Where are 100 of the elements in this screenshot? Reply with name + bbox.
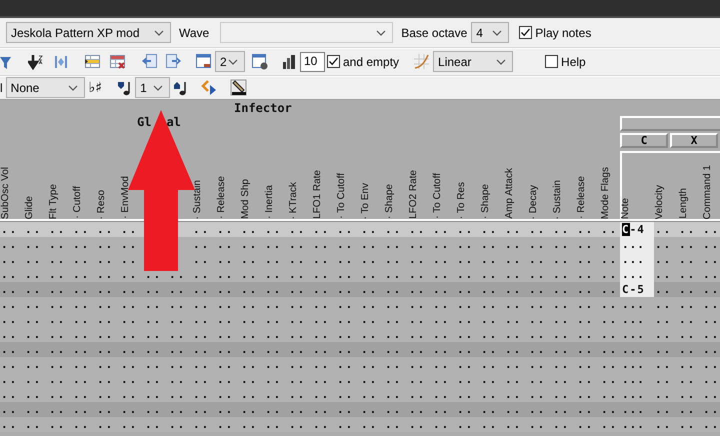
note-cell[interactable]: C-4 xyxy=(620,222,654,237)
table-cell-text: .. xyxy=(456,297,476,312)
table-cell-text: .. xyxy=(528,342,548,357)
table-cell-text: .. xyxy=(288,252,308,267)
table-cell-text: .. xyxy=(24,252,44,267)
table-cell-text: .. xyxy=(192,387,212,402)
and-empty-checkbox[interactable] xyxy=(327,55,340,68)
table-cell-text: .. xyxy=(192,372,212,387)
table-cell-text: .. xyxy=(408,372,428,387)
table-cell-text: .. xyxy=(72,372,92,387)
note-cell[interactable]: ... xyxy=(620,417,654,432)
table-cell-text: .. xyxy=(24,222,44,237)
table-cell-text: .. xyxy=(600,372,620,387)
swap-arrows-icon[interactable] xyxy=(201,80,218,96)
table-cell-text: .. xyxy=(456,282,476,297)
chevron-icon xyxy=(154,30,164,36)
table-cell-text: .. xyxy=(96,282,116,297)
note-down-icon[interactable] xyxy=(117,80,132,96)
table-cell-text: .. xyxy=(480,237,500,252)
track-button[interactable]: X xyxy=(670,133,718,148)
table-cell-text: .. xyxy=(192,327,212,342)
transpose-dropdown[interactable]: 1 xyxy=(135,77,170,98)
note-cell[interactable]: ... xyxy=(620,327,654,342)
table-cell-text: .. xyxy=(654,312,674,327)
machine-dropdown[interactable]: Jeskola Pattern XP mod xyxy=(6,22,171,43)
table-cell-text: .. xyxy=(336,417,356,432)
table-cell-text: .. xyxy=(48,342,68,357)
table-cell-text: .. xyxy=(48,417,68,432)
table-insert-icon[interactable] xyxy=(84,53,101,70)
table-cell-text: .. xyxy=(480,297,500,312)
table-cell-text: .. xyxy=(576,417,596,432)
table-cell-text: .. xyxy=(0,222,20,237)
table-cell-text: .. xyxy=(0,312,20,327)
track-button[interactable]: C xyxy=(620,133,668,148)
table-cell-text: .. xyxy=(264,402,284,417)
table-cell-text: .. xyxy=(504,342,524,357)
table-cell-text: .. xyxy=(264,387,284,402)
split-icon[interactable] xyxy=(54,54,68,70)
table-cell-text: .. xyxy=(576,357,596,372)
page-right-icon[interactable] xyxy=(165,53,182,70)
note-up-icon[interactable] xyxy=(173,80,188,96)
table-cell-text: .. xyxy=(96,327,116,342)
table-cell-text: .. xyxy=(504,267,524,282)
help-checkbox[interactable] xyxy=(545,55,558,68)
window-icon[interactable] xyxy=(195,53,212,70)
table-cell: .. xyxy=(702,297,720,312)
note-cell[interactable]: ... xyxy=(620,237,654,252)
note-cell[interactable]: ... xyxy=(620,372,654,387)
table-cell-text: .. xyxy=(192,252,212,267)
sort-icon[interactable] xyxy=(28,54,44,70)
curve-icon[interactable] xyxy=(413,53,430,70)
table-cell-text: .. xyxy=(144,402,164,417)
table-cell-text: .. xyxy=(600,222,620,237)
table-cell-text: .. xyxy=(96,222,116,237)
note-cell[interactable]: ... xyxy=(620,312,654,327)
interpolation-dropdown[interactable]: Linear xyxy=(433,51,514,72)
table-cell-text: .. xyxy=(432,357,452,372)
page-left-icon[interactable] xyxy=(141,53,158,70)
note-cell[interactable]: ... xyxy=(620,297,654,312)
table-cell-text: .. xyxy=(144,357,164,372)
table-cell-text: .. xyxy=(264,342,284,357)
table-cell-text: .. xyxy=(408,237,428,252)
note-cell[interactable]: ... xyxy=(620,402,654,417)
note-cell[interactable]: ... xyxy=(620,357,654,372)
note-cell[interactable]: ... xyxy=(620,252,654,267)
table-cell-text: .. xyxy=(360,372,380,387)
step-field[interactable]: 10 xyxy=(300,52,325,72)
octave-dropdown[interactable]: 4 xyxy=(471,22,510,43)
table-cell-text: .. xyxy=(72,237,92,252)
table-cell-text: .. xyxy=(336,342,356,357)
table-cell: .. xyxy=(702,417,720,432)
table-cell-text: .. xyxy=(408,387,428,402)
page-count-dropdown[interactable]: 2 xyxy=(215,51,245,72)
table-cell-text: .. xyxy=(576,282,596,297)
table-delete-icon[interactable] xyxy=(109,53,126,70)
table-cell-text: .. xyxy=(384,342,404,357)
chord-dropdown[interactable]: None xyxy=(6,77,85,98)
table-cell-text: .. xyxy=(384,312,404,327)
play-notes-checkbox[interactable] xyxy=(519,26,532,39)
bar-chart-icon[interactable] xyxy=(282,54,296,70)
note-cell[interactable]: ... xyxy=(620,387,654,402)
table-cell-text: .. xyxy=(528,312,548,327)
note-cell[interactable]: C-5 xyxy=(620,282,654,297)
accidental-button[interactable]: ♭♯ xyxy=(88,80,102,96)
table-cell-text: .. xyxy=(432,327,452,342)
window-add-icon[interactable] xyxy=(251,53,268,70)
table-cell-text: .. xyxy=(384,357,404,372)
play-notes-checkbox-label: Play notes xyxy=(535,26,592,40)
table-cell-text: .. xyxy=(120,342,140,357)
table-cell-text: .. xyxy=(24,267,44,282)
note-cell[interactable]: ... xyxy=(620,342,654,357)
table-cell-text: .. xyxy=(312,297,332,312)
pencil-icon[interactable] xyxy=(230,79,248,96)
group-label: Gl xyxy=(137,115,152,129)
table-cell-text: .. xyxy=(552,297,572,312)
table-cell-text: .. xyxy=(264,282,284,297)
note-cell[interactable]: ... xyxy=(620,267,654,282)
table-cell-text: .. xyxy=(240,222,260,237)
table-cell-text: .. xyxy=(192,417,212,432)
column-header: · Decay xyxy=(528,184,539,219)
